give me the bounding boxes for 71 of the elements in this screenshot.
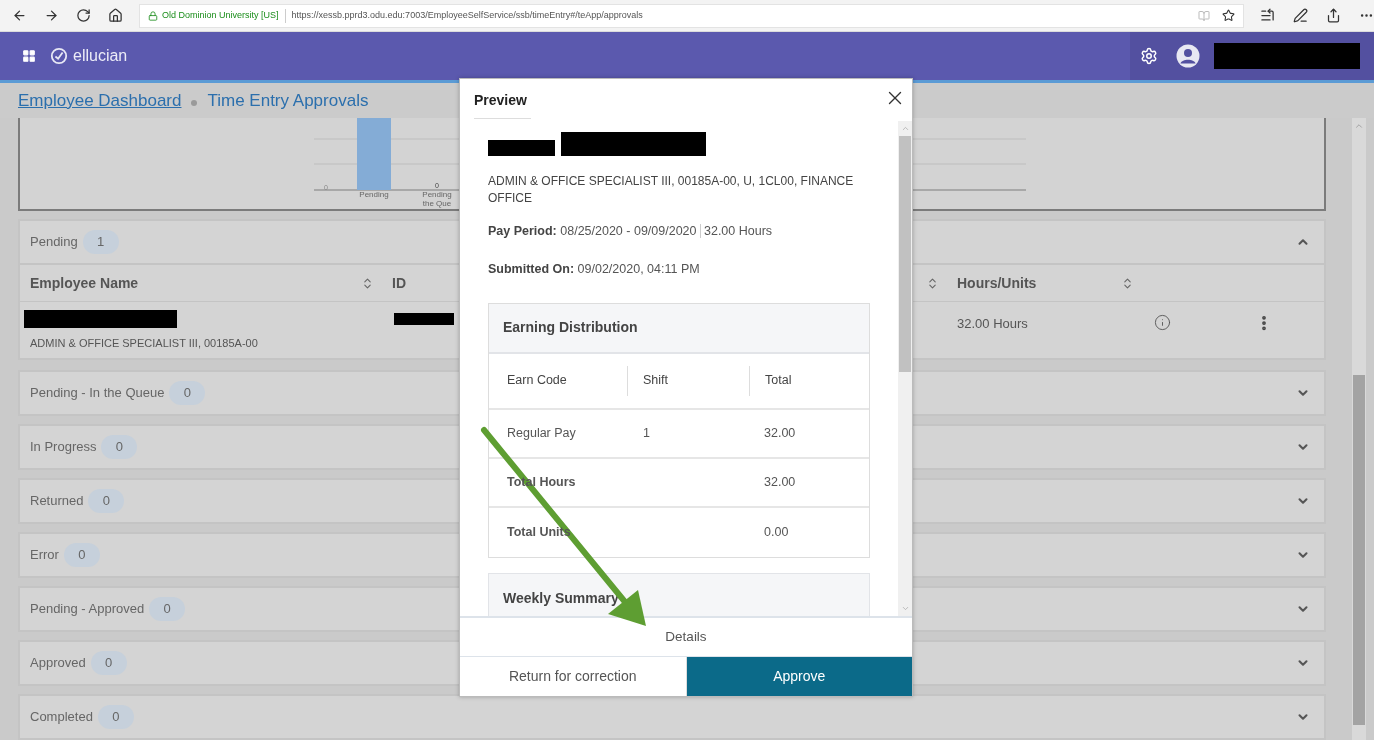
apps-grid-icon[interactable]: [22, 49, 36, 63]
pen-icon[interactable]: [1293, 8, 1308, 23]
count-pill: 0: [88, 489, 125, 513]
count-pill: 0: [97, 705, 134, 729]
url-text: https://xessb.pprd3.odu.edu:7003/EmployeeSelfService/ssb/timeEntry#/teApp/approvals: [291, 8, 643, 22]
settings-icon[interactable]: [1140, 47, 1158, 65]
column-header[interactable]: Hours/Units: [957, 272, 1037, 294]
details-button[interactable]: Details: [460, 616, 912, 657]
scrollbar-thumb[interactable]: [1353, 375, 1365, 725]
column-header: Shift: [643, 372, 668, 390]
job-title: ADMIN & OFFICE SPECIALIST III, 00185A-00: [29, 336, 259, 351]
logo-icon: [50, 47, 68, 65]
sort-icon[interactable]: [926, 276, 939, 290]
page-scrollbar[interactable]: [1352, 118, 1366, 740]
count-pill: 0: [149, 597, 186, 621]
hours-value: 32.00 Hours: [957, 316, 1028, 331]
redaction-bar: [488, 140, 555, 156]
share-icon[interactable]: [1326, 8, 1341, 23]
section-title: Approved: [30, 654, 86, 673]
section-title: Error: [30, 546, 59, 565]
lock-icon: [148, 10, 158, 21]
sort-icon[interactable]: [361, 276, 374, 290]
count-pill: 0: [169, 381, 206, 405]
section-title: Pending - In the Queue: [30, 384, 165, 403]
count-pill: 0: [63, 543, 100, 567]
info-icon[interactable]: [1154, 314, 1171, 331]
star-icon[interactable]: [1222, 9, 1235, 22]
category-label: the Que: [422, 199, 452, 208]
column-header: Total: [765, 372, 792, 390]
count-pill: 0: [90, 651, 127, 675]
breadcrumb-link[interactable]: Employee Dashboard: [18, 87, 182, 114]
home-icon[interactable]: [108, 8, 123, 23]
dialog-scrollbar[interactable]: [898, 121, 912, 616]
favorites-icon[interactable]: [1260, 8, 1275, 23]
section-title: Pending - Approved: [30, 600, 145, 619]
site-identity: Old Dominion University [US]: [162, 8, 279, 22]
breadcrumb-current: Time Entry Approvals: [207, 89, 369, 112]
chart-bar: [357, 118, 391, 190]
return-button[interactable]: Return for correction: [460, 657, 687, 696]
card-title: Weekly Summary: [503, 589, 619, 608]
pay-period-text: Pay Period: 08/25/2020 - 09/09/2020 32.00 Hours: [488, 223, 774, 240]
total-cell-text: 0.00: [763, 523, 790, 541]
approve-button[interactable]: Approve: [686, 657, 912, 696]
column-header[interactable]: ID: [392, 272, 406, 294]
submitted-text: Submitted On: 09/02/2020, 04:11 PM: [488, 260, 701, 278]
address-bar[interactable]: Old Dominion University [US] https://xessb.pprd3.odu.edu:7003/EmployeeSelfService/ssb/timeEntry#/teApp/approvals: [139, 3, 1244, 28]
dialog-title: Preview: [474, 90, 531, 119]
shift-cell-text: 1: [642, 424, 651, 442]
column-header[interactable]: Employee Name: [30, 272, 139, 294]
position-text: ADMIN & OFFICE SPECIALIST III, 00185A-00, U, 1CL00, FINANCE OFFICE: [488, 173, 855, 207]
section-title: In Progress: [30, 438, 97, 457]
redaction-bar: [394, 313, 454, 325]
count-pill: 0: [101, 435, 138, 459]
section-title: Returned: [30, 492, 84, 511]
earn-code-cell-text: Regular Pay: [506, 424, 577, 442]
count-pill: 1: [82, 230, 119, 254]
total-cell-text: 32.00: [763, 424, 797, 442]
sort-icon[interactable]: [1121, 276, 1134, 290]
scrollbar-thumb[interactable]: [899, 136, 911, 372]
forward-icon[interactable]: [44, 8, 59, 23]
column-header: Earn Code: [507, 372, 567, 390]
category-label: Pending: [422, 190, 452, 199]
refresh-icon[interactable]: [76, 8, 91, 23]
back-icon[interactable]: [12, 8, 27, 23]
section-title: Completed: [30, 708, 93, 727]
total-cell-text: 32.00: [763, 473, 797, 491]
section-title: Pending: [30, 233, 78, 252]
user-avatar-icon[interactable]: [1176, 44, 1200, 68]
category-label: Pending: [359, 190, 389, 199]
brand-name: ellucian: [73, 46, 128, 66]
card-title: Earning Distribution: [503, 318, 638, 337]
